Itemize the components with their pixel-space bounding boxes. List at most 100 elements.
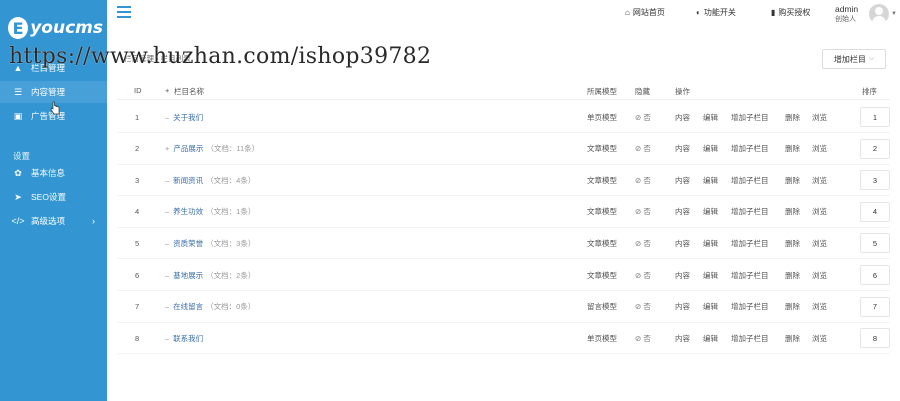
row-name-link[interactable]: – 联系我们 <box>165 322 206 354</box>
row-name: 在线留言 <box>173 302 204 312</box>
row-model: 文章模型 <box>587 175 617 185</box>
row-hidden-toggle[interactable]: ⊘ 否 <box>635 101 651 133</box>
row-sort-input[interactable]: 6 <box>860 265 890 285</box>
table-row: 2 + 产品展示 （文档：11条） 文章模型 ⊘ 否 内容 编辑 增加子栏目 删除 浏览 2 <box>117 133 890 165</box>
row-action-content[interactable]: 内容 <box>675 164 690 196</box>
row-sort-input[interactable]: 1 <box>860 107 890 127</box>
sidebar-item-content[interactable]: ☰ 内容管理 <box>0 81 107 103</box>
row-hidden-toggle[interactable]: ⊘ 否 <box>635 259 651 291</box>
row-expand-toggle[interactable]: – <box>165 113 169 122</box>
row-action-delete[interactable]: 删除 <box>785 322 800 354</box>
row-name-link[interactable]: – 在线留言 （文档：0条） <box>165 291 255 323</box>
admin-name[interactable]: admin <box>835 4 858 14</box>
row-action-edit[interactable]: 编辑 <box>703 164 718 196</box>
row-action-edit[interactable]: 编辑 <box>703 291 718 323</box>
row-action-delete[interactable]: 删除 <box>785 196 800 228</box>
row-action-content[interactable]: 内容 <box>675 291 690 323</box>
row-action-browse[interactable]: 浏览 <box>812 291 827 323</box>
row-name: 养生功效 <box>173 207 204 217</box>
row-hidden-toggle[interactable]: ⊘ 否 <box>635 196 651 228</box>
row-action-delete[interactable]: 删除 <box>785 101 800 133</box>
row-sort-input[interactable]: 8 <box>860 328 890 349</box>
row-name: 产品展示 <box>173 144 204 154</box>
row-expand-toggle[interactable]: + <box>165 144 169 153</box>
row-action-browse[interactable]: 浏览 <box>812 322 827 354</box>
header-id: ID <box>134 86 142 95</box>
row-hidden-toggle[interactable]: ⊘ 否 <box>635 322 651 354</box>
row-hidden-toggle[interactable]: ⊘ 否 <box>635 227 651 259</box>
row-name-link[interactable]: – 关于我们 <box>165 101 206 133</box>
row-expand-toggle[interactable]: – <box>165 302 169 311</box>
hand-cursor-icon <box>50 101 60 115</box>
header-sort: 排序 <box>862 87 877 96</box>
header-model: 所属模型 <box>587 87 617 96</box>
buy-license-link[interactable]: ▮ 购买授权 <box>771 7 810 18</box>
row-action-edit[interactable]: 编辑 <box>703 227 718 259</box>
avatar[interactable] <box>869 4 889 24</box>
row-expand-toggle[interactable]: – <box>165 334 169 343</box>
row-action-edit[interactable]: 编辑 <box>703 196 718 228</box>
row-action-edit[interactable]: 编辑 <box>703 101 718 133</box>
row-action-add-child[interactable]: 增加子栏目 <box>731 291 769 323</box>
row-action-delete[interactable]: 删除 <box>785 133 800 165</box>
row-action-browse[interactable]: 浏览 <box>812 227 827 259</box>
row-action-content[interactable]: 内容 <box>675 101 690 133</box>
row-action-content[interactable]: 内容 <box>675 227 690 259</box>
row-sort-input[interactable]: 2 <box>860 138 890 159</box>
sidebar-item-basic-info[interactable]: ✿ 基本信息 <box>0 162 107 184</box>
row-action-delete[interactable]: 删除 <box>785 291 800 323</box>
add-column-button[interactable]: 增加栏目 ⌵ <box>822 49 886 69</box>
logo[interactable]: E youcms <box>8 14 103 42</box>
menu-toggle-icon[interactable] <box>117 6 131 18</box>
row-action-edit[interactable]: 编辑 <box>703 133 718 165</box>
row-action-content[interactable]: 内容 <box>675 259 690 291</box>
row-action-add-child[interactable]: 增加子栏目 <box>731 227 769 259</box>
feature-switch-link[interactable]: ◐ 功能开关 <box>696 7 736 18</box>
row-sort-input[interactable]: 7 <box>860 296 890 317</box>
table-row: 6 – 基地展示 （文档：2条） 文章模型 ⊘ 否 内容 编辑 增加子栏目 删除 浏览 6 <box>117 259 890 291</box>
row-action-browse[interactable]: 浏览 <box>812 101 827 133</box>
row-action-add-child[interactable]: 增加子栏目 <box>731 259 769 291</box>
row-action-add-child[interactable]: 增加子栏目 <box>731 133 769 165</box>
row-hidden-toggle[interactable]: ⊘ 否 <box>635 164 651 196</box>
row-sort-input[interactable]: 5 <box>860 233 890 254</box>
row-action-browse[interactable]: 浏览 <box>812 164 827 196</box>
row-expand-toggle[interactable]: – <box>165 239 169 248</box>
row-action-add-child[interactable]: 增加子栏目 <box>731 101 769 133</box>
row-action-add-child[interactable]: 增加子栏目 <box>731 322 769 354</box>
row-name-link[interactable]: – 资质荣誉 （文档：3条） <box>165 227 255 259</box>
row-action-browse[interactable]: 浏览 <box>812 133 827 165</box>
sidebar-item-label: 栏目管理 <box>31 63 66 73</box>
row-action-delete[interactable]: 删除 <box>785 164 800 196</box>
row-action-edit[interactable]: 编辑 <box>703 259 718 291</box>
row-sort-input[interactable]: 3 <box>860 170 890 191</box>
row-action-content[interactable]: 内容 <box>675 322 690 354</box>
row-expand-toggle[interactable]: – <box>165 271 169 280</box>
row-action-browse[interactable]: 浏览 <box>812 196 827 228</box>
row-expand-toggle[interactable]: – <box>165 176 169 185</box>
row-hidden-toggle[interactable]: ⊘ 否 <box>635 291 651 323</box>
row-action-delete[interactable]: 删除 <box>785 259 800 291</box>
header-expand[interactable]: + <box>165 86 169 95</box>
row-action-browse[interactable]: 浏览 <box>812 259 827 291</box>
row-action-add-child[interactable]: 增加子栏目 <box>731 196 769 228</box>
gear-icon: ✿ <box>14 167 22 178</box>
row-expand-toggle[interactable]: – <box>165 207 169 216</box>
sidebar-item-advanced[interactable]: </> 高级选项 › <box>0 210 107 232</box>
row-name-link[interactable]: – 养生功效 （文档：1条） <box>165 196 255 228</box>
row-action-add-child[interactable]: 增加子栏目 <box>731 164 769 196</box>
row-name-link[interactable]: – 基地展示 （文档：2条） <box>165 259 255 291</box>
row-name-link[interactable]: + 产品展示 （文档：11条） <box>165 133 259 165</box>
row-action-delete[interactable]: 删除 <box>785 227 800 259</box>
sidebar-item-seo[interactable]: ➤ SEO设置 <box>0 186 107 208</box>
row-action-content[interactable]: 内容 <box>675 133 690 165</box>
row-action-edit[interactable]: 编辑 <box>703 322 718 354</box>
row-sort-input[interactable]: 4 <box>860 201 890 222</box>
row-action-content[interactable]: 内容 <box>675 196 690 228</box>
site-home-link[interactable]: ⌂ 网站首页 <box>625 7 665 18</box>
chevron-down-icon[interactable]: ▼ <box>891 11 897 17</box>
row-name-link[interactable]: – 新闻资讯 （文档：4条） <box>165 164 255 196</box>
sidebar-item-columns[interactable]: ▲ 栏目管理 <box>0 57 107 79</box>
row-hidden-toggle[interactable]: ⊘ 否 <box>635 133 651 165</box>
sidebar-item-label: SEO设置 <box>31 192 66 202</box>
